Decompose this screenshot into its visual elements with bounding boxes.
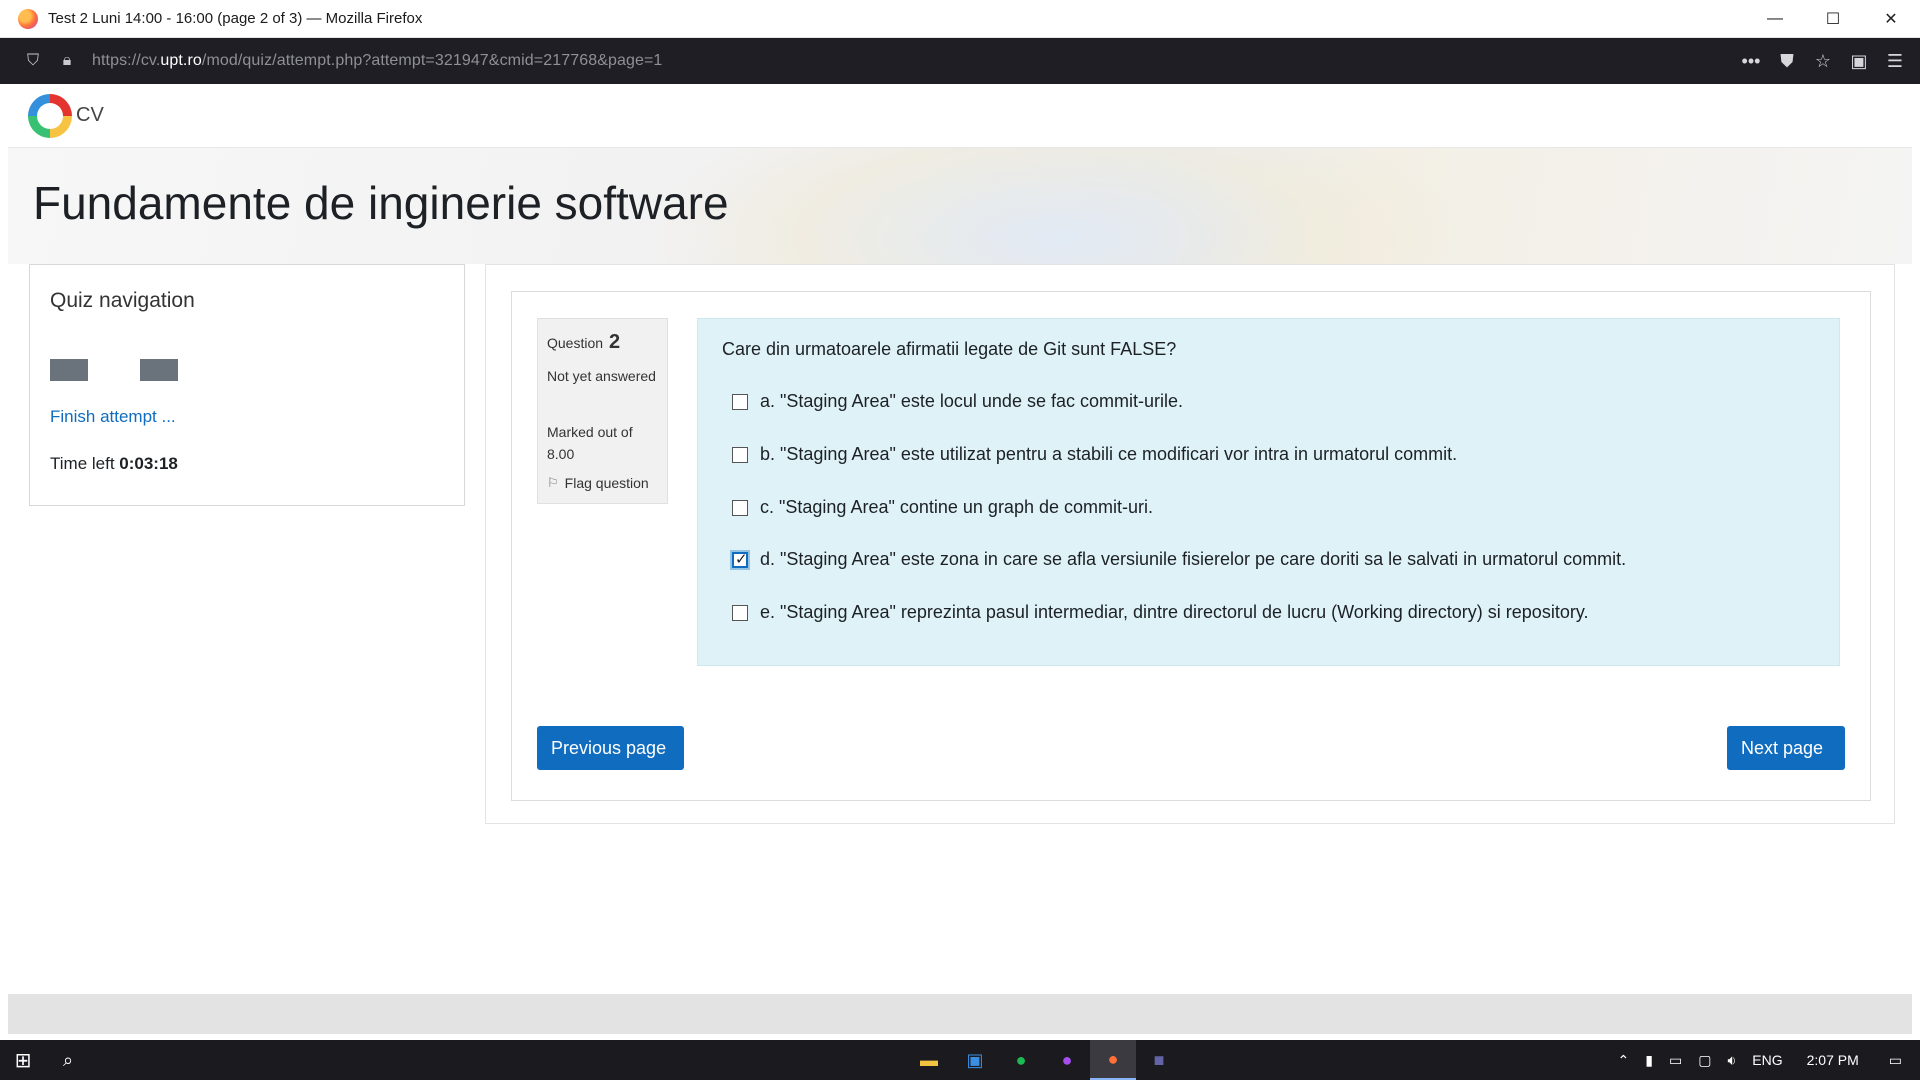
notifications-icon[interactable]: ▭ (1889, 1052, 1902, 1069)
window-title: Test 2 Luni 14:00 - 16:00 (page 2 of 3) … (48, 10, 423, 27)
battery-icon[interactable]: ▭ (1669, 1052, 1682, 1069)
url-prefix: https://cv. (92, 52, 161, 69)
browser-actions: ••• ⛊ ☆ ▣ ☰ (1738, 38, 1908, 84)
flag-icon: ⚐ (547, 475, 559, 490)
window-controls: — ☐ ✕ (1746, 0, 1920, 38)
answer-text-c: c. "Staging Area" contine un graph de co… (760, 497, 1153, 517)
language-indicator[interactable]: ENG (1752, 1052, 1782, 1068)
answer-option-d[interactable]: d. "Staging Area" este zona in care se a… (732, 549, 1626, 570)
banner-decoration (648, 148, 1468, 264)
quiz-nav-question-1[interactable] (50, 337, 88, 381)
volume-icon[interactable]: 🔉︎ (1727, 1052, 1736, 1069)
question-label: Question (547, 335, 604, 351)
answer-text-b: b. "Staging Area" este utilizat pentru a… (760, 444, 1458, 464)
main-region: Question 2 Not yet answered Marked out o… (485, 264, 1895, 824)
question-content: Care din urmatoarele afirmatii legate de… (697, 318, 1840, 666)
microphone-icon[interactable]: ▮ (1645, 1052, 1653, 1069)
question-info: Question 2 Not yet answered Marked out o… (537, 318, 668, 504)
file-explorer-icon[interactable]: ▬ (906, 1040, 952, 1080)
browser-toolbar: ⛉ 🔒︎ https://cv.upt.ro/mod/quiz/attempt.… (0, 38, 1920, 84)
teams-icon[interactable]: ■ (1136, 1040, 1182, 1080)
answer-option-a[interactable]: a. "Staging Area" este locul unde se fac… (732, 391, 1183, 412)
timer: Time left 0:03:18 (50, 454, 178, 474)
finish-attempt-link[interactable]: Finish attempt ... (50, 407, 176, 427)
answer-option-b[interactable]: b. "Staging Area" este utilizat pentru a… (732, 444, 1457, 465)
clock[interactable]: 2:07 PM (1807, 1052, 1859, 1068)
answer-checkbox-c[interactable] (732, 499, 748, 516)
taskbar-apps: ▬ ▣ ● ● ● ■ (906, 1040, 1182, 1080)
answer-checkbox-a[interactable] (732, 393, 748, 410)
site-header: CV (8, 84, 1912, 148)
minimize-button[interactable]: — (1746, 0, 1804, 38)
windows-start-icon[interactable]: ⊞ (0, 1048, 46, 1073)
menu-icon[interactable]: ☰ (1882, 51, 1908, 72)
more-icon[interactable]: ••• (1738, 51, 1764, 72)
time-left-label: Time left (50, 454, 115, 473)
outlook-icon[interactable]: ▣ (952, 1040, 998, 1080)
page-footer (8, 994, 1912, 1034)
firefox-icon (18, 8, 38, 29)
quiz-nav-question-2[interactable] (95, 337, 133, 381)
site-name[interactable]: CV (76, 104, 104, 127)
bookmark-star-icon[interactable]: ☆ (1810, 51, 1836, 72)
question-text: Care din urmatoarele afirmatii legate de… (722, 339, 1177, 359)
next-page-button[interactable]: Next page (1727, 726, 1845, 770)
search-icon[interactable]: ⌕ (46, 1050, 90, 1071)
close-button[interactable]: ✕ (1862, 0, 1920, 38)
address-bar[interactable]: https://cv.upt.ro/mod/quiz/attempt.php?a… (92, 52, 662, 70)
shield-icon[interactable]: ⛉ (16, 52, 50, 70)
time-left-value: 0:03:18 (119, 454, 178, 473)
flag-question-button[interactable]: ⚐ Flag question (547, 475, 649, 491)
answer-option-c[interactable]: c. "Staging Area" contine un graph de co… (732, 497, 1153, 518)
page-viewport: CV Fundamente de inginerie software Quiz… (8, 84, 1912, 1034)
answer-option-e[interactable]: e. "Staging Area" reprezinta pasul inter… (732, 602, 1588, 623)
question-container: Question 2 Not yet answered Marked out o… (511, 291, 1871, 801)
firefox-icon[interactable]: ● (1090, 1040, 1136, 1080)
answer-checkbox-e[interactable] (732, 604, 748, 621)
question-number: Question 2 (547, 331, 620, 354)
answer-text-e: e. "Staging Area" reprezinta pasul inter… (760, 602, 1589, 622)
flag-question-label: Flag question (564, 475, 649, 491)
quiz-navigation-block: Quiz navigation Finish attempt ... Time … (29, 264, 465, 506)
network-icon[interactable]: ▢ (1698, 1052, 1711, 1069)
spotify-icon[interactable]: ● (998, 1040, 1044, 1080)
maximize-button[interactable]: ☐ (1804, 0, 1862, 38)
answered-indicator (50, 359, 88, 381)
question-number-value: 2 (608, 331, 621, 353)
answer-text-a: a. "Staging Area" este locul unde se fac… (760, 391, 1183, 411)
window-titlebar: Test 2 Luni 14:00 - 16:00 (page 2 of 3) … (0, 0, 1920, 38)
messenger-icon[interactable]: ● (1044, 1040, 1090, 1080)
site-logo-icon[interactable] (28, 93, 72, 138)
course-banner: Fundamente de inginerie software (8, 148, 1912, 264)
lock-icon[interactable]: 🔒︎ (50, 52, 84, 70)
answer-checkbox-d[interactable] (732, 550, 748, 568)
quiz-navigation-heading: Quiz navigation (50, 289, 195, 312)
chevron-up-icon[interactable]: ⌃ (1618, 1052, 1630, 1069)
answer-checkbox-b[interactable] (732, 446, 748, 463)
answer-text-d: d. "Staging Area" este zona in care se a… (760, 549, 1627, 569)
taskbar: ⊞ ⌕ ▬ ▣ ● ● ● ■ ⌃ ▮ ▭ ▢ 🔉︎ ENG 2:07 PM ▭ (0, 1040, 1920, 1080)
quiz-nav-question-3[interactable] (140, 337, 178, 381)
pocket-icon[interactable]: ⛊ (1774, 51, 1800, 72)
question-grade: Marked out of 8.00 (547, 424, 633, 462)
url-path: /mod/quiz/attempt.php?attempt=321947&cmi… (201, 52, 663, 69)
answered-indicator (140, 359, 178, 381)
page-title: Fundamente de inginerie software (33, 177, 729, 229)
system-tray: ⌃ ▮ ▭ ▢ 🔉︎ ENG 2:07 PM ▭ (1610, 1040, 1920, 1080)
question-state: Not yet answered (547, 368, 656, 384)
url-domain: upt.ro (160, 52, 202, 69)
previous-page-button[interactable]: Previous page (537, 726, 684, 770)
extensions-icon[interactable]: ▣ (1846, 51, 1872, 72)
